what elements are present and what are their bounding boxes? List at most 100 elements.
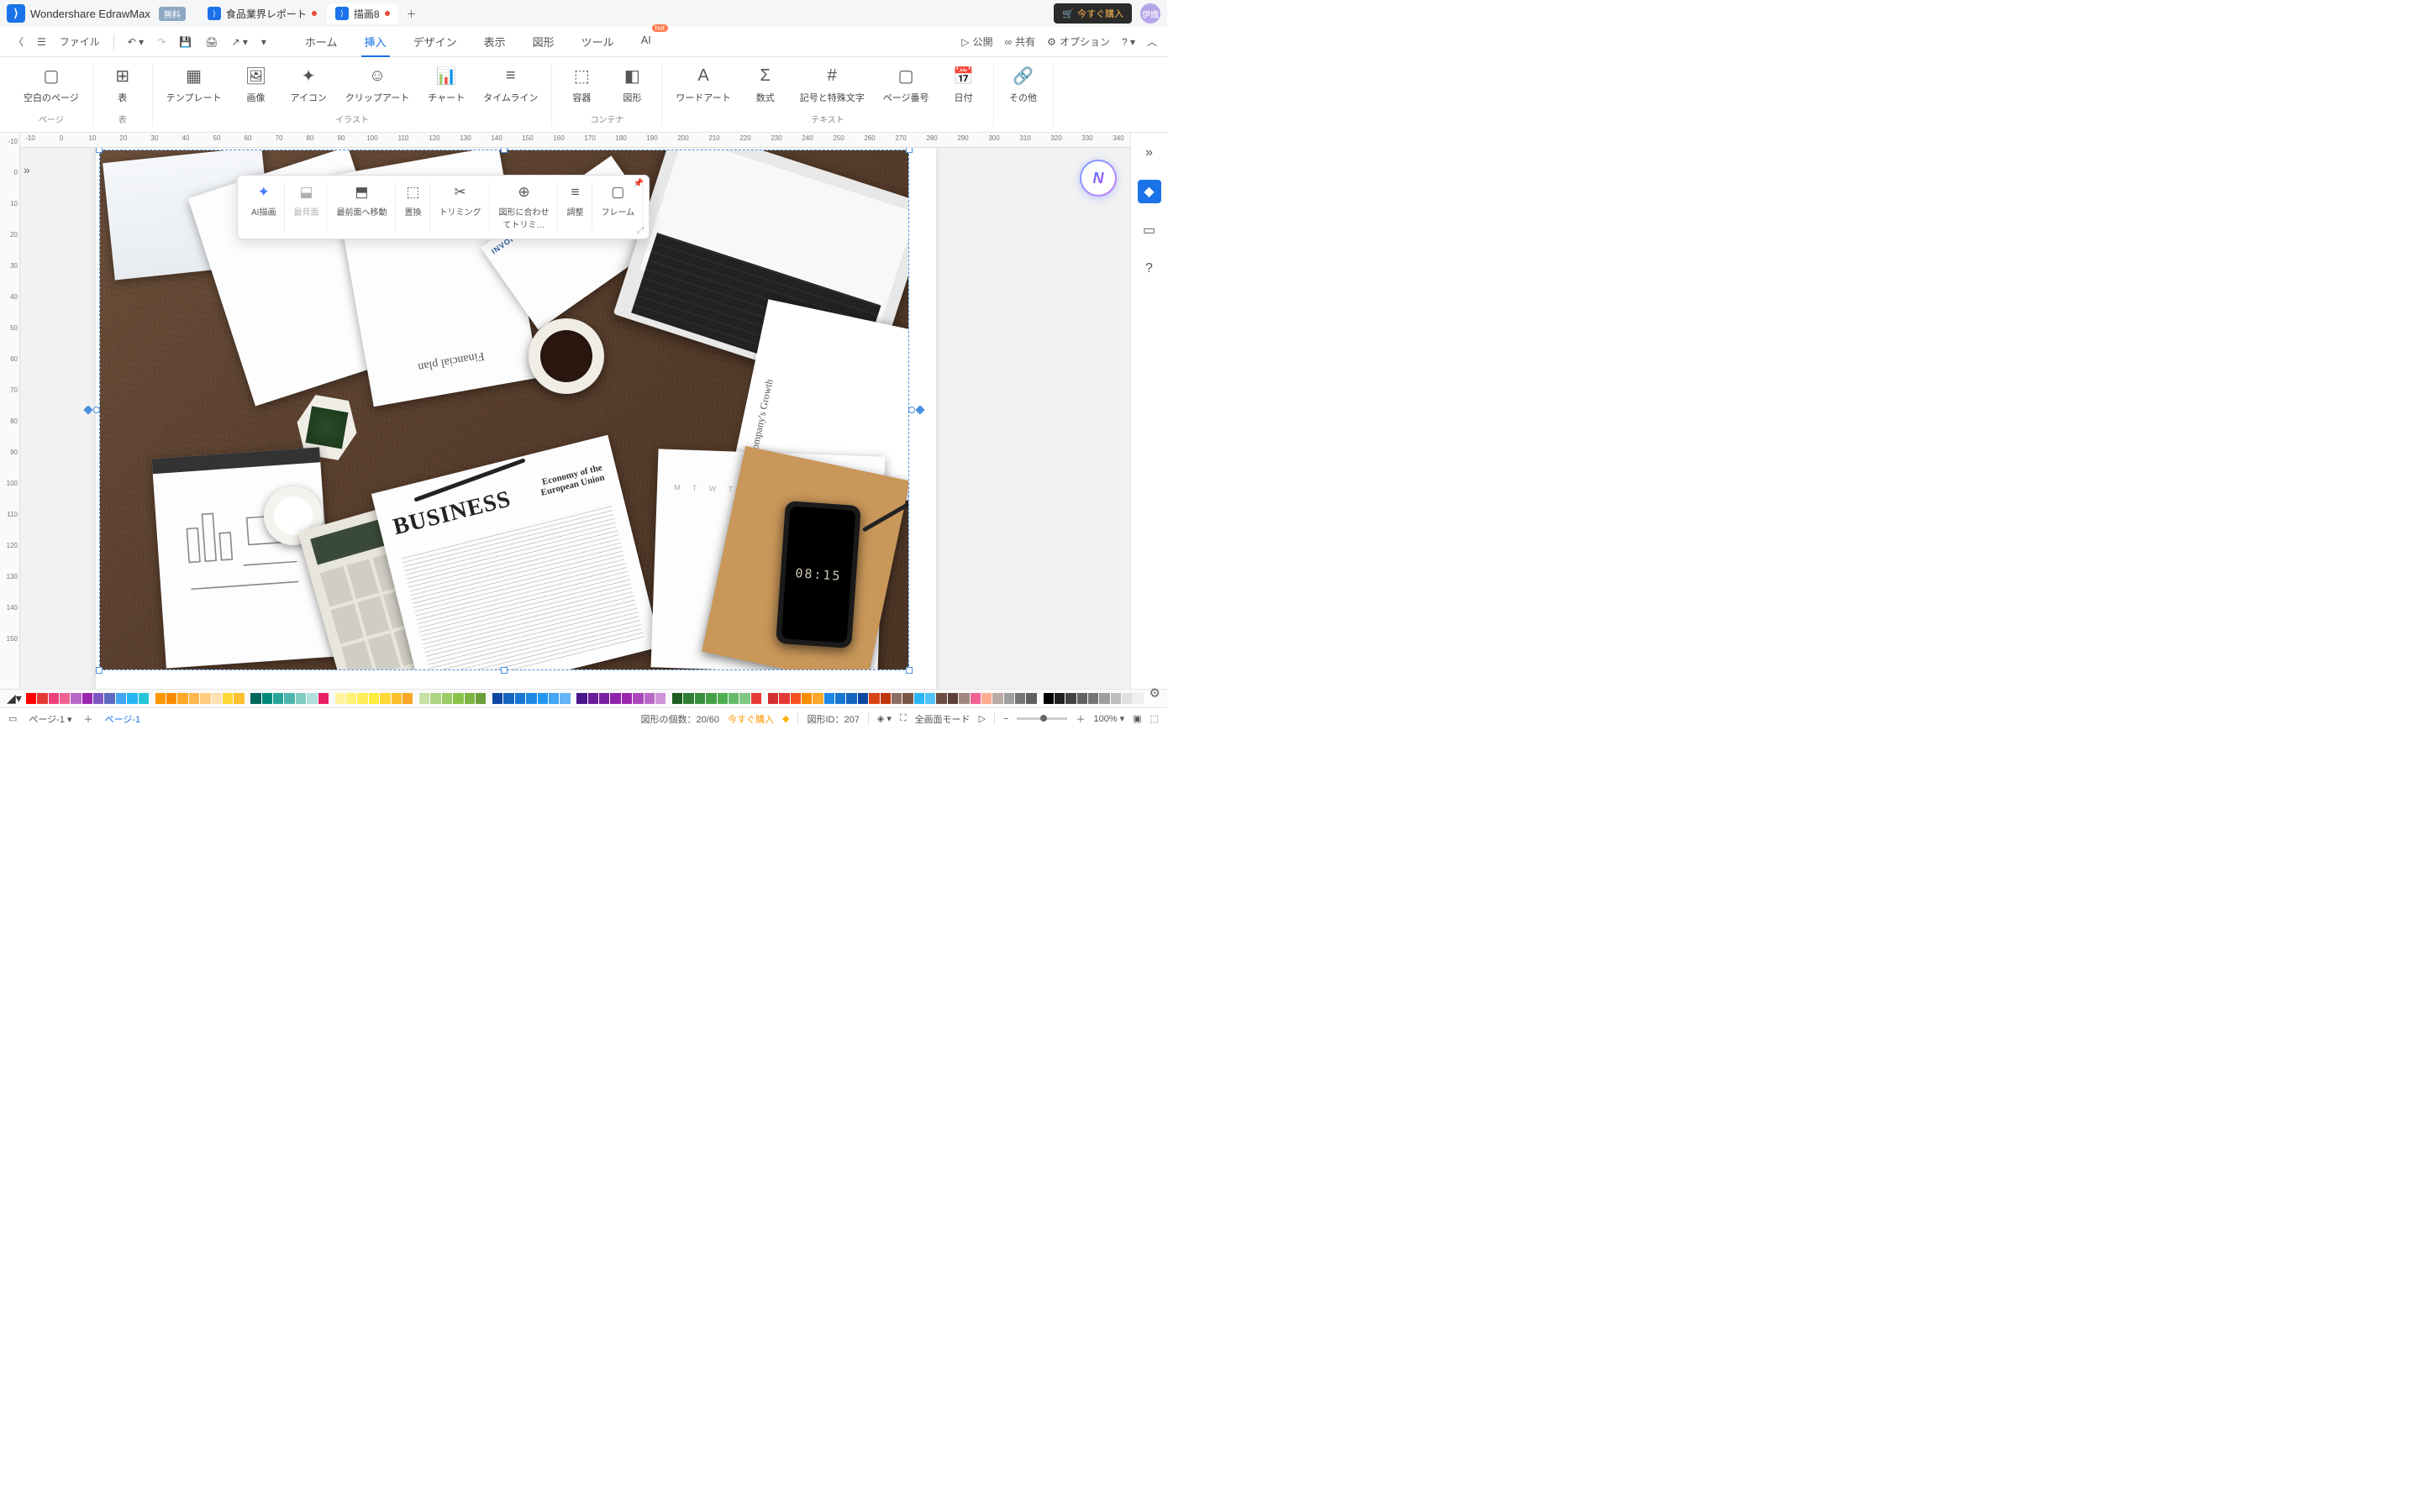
color-swatch[interactable] [599, 693, 609, 704]
color-swatch[interactable] [49, 693, 59, 704]
color-swatch[interactable] [869, 693, 879, 704]
ribbon-数式[interactable]: Σ数式 [750, 66, 781, 104]
document-tab-1[interactable]: ⟩ 描画8 [327, 3, 398, 24]
color-swatch[interactable] [442, 693, 452, 704]
color-swatch[interactable] [695, 693, 705, 704]
crop-button[interactable]: ✂トリミング [430, 182, 490, 232]
color-swatch[interactable] [1111, 693, 1121, 704]
color-swatch[interactable] [751, 693, 761, 704]
color-swatch[interactable] [538, 693, 548, 704]
replace-button[interactable]: ⬚置換 [396, 182, 430, 232]
color-swatch[interactable] [718, 693, 728, 704]
color-swatch[interactable] [1122, 693, 1132, 704]
fit-width-icon[interactable]: ⬚ [1150, 713, 1159, 724]
share-button[interactable]: ∞共有 [1005, 34, 1036, 49]
color-swatch[interactable] [835, 693, 845, 704]
buy-now-button[interactable]: 🛒 今すぐ購入 [1054, 3, 1132, 24]
color-swatch[interactable] [948, 693, 958, 704]
color-swatch[interactable] [453, 693, 463, 704]
new-tab-button[interactable]: ＋ [400, 3, 424, 24]
page-select[interactable]: ページ-1 ▾ [29, 712, 71, 726]
fit-page-icon[interactable]: ▣ [1133, 713, 1141, 724]
save-button[interactable]: 💾 [176, 33, 195, 51]
color-swatch[interactable] [200, 693, 210, 704]
color-swatch[interactable] [981, 693, 992, 704]
ribbon-日付[interactable]: 📅日付 [948, 66, 980, 104]
options-button[interactable]: ⚙オプション [1047, 34, 1110, 49]
color-swatch[interactable] [959, 693, 969, 704]
publish-button[interactable]: ▷公開 [961, 34, 992, 49]
frame-button[interactable]: ▢フレーム [592, 182, 644, 232]
color-swatch[interactable] [902, 693, 913, 704]
ribbon-クリップアート[interactable]: ☺クリップアート [345, 66, 409, 104]
color-swatch[interactable] [644, 693, 655, 704]
ribbon-ワードアート[interactable]: Aワードアート [676, 66, 730, 104]
color-swatch[interactable] [166, 693, 176, 704]
color-swatch[interactable] [672, 693, 682, 704]
color-swatch[interactable] [824, 693, 834, 704]
color-swatch[interactable] [273, 693, 283, 704]
color-swatch[interactable] [402, 693, 413, 704]
fill-panel-button[interactable]: ◆ [1138, 180, 1161, 203]
color-swatch[interactable] [560, 693, 570, 704]
ai-draw-button[interactable]: ✦AI描画 [243, 182, 285, 232]
menu-tab-ai[interactable]: AI hot [638, 27, 655, 56]
color-swatch[interactable] [846, 693, 856, 704]
adjust-button[interactable]: ≡調整 [558, 182, 592, 232]
color-swatch[interactable] [706, 693, 716, 704]
expand-panel-button[interactable]: » [24, 163, 30, 176]
page-view-icon[interactable]: ▭ [8, 713, 17, 724]
color-swatch[interactable] [881, 693, 891, 704]
color-swatch[interactable] [1004, 693, 1014, 704]
help-button[interactable]: ? ▾ [1122, 36, 1135, 48]
color-swatch[interactable] [936, 693, 946, 704]
color-swatch[interactable] [155, 693, 166, 704]
color-swatch[interactable] [655, 693, 666, 704]
add-page-button[interactable]: ＋ [84, 712, 93, 726]
color-swatch[interactable] [419, 693, 429, 704]
color-swatch[interactable] [476, 693, 486, 704]
color-swatch[interactable] [914, 693, 924, 704]
expand-icon[interactable]: ⤢ [637, 226, 644, 235]
color-swatch[interactable] [296, 693, 306, 704]
color-swatch[interactable] [1077, 693, 1087, 704]
color-swatch[interactable] [26, 693, 36, 704]
buy-now-link[interactable]: 今すぐ購入 [728, 712, 774, 726]
color-swatch[interactable] [71, 693, 81, 704]
color-swatch[interactable] [588, 693, 598, 704]
collapse-ribbon-button[interactable]: ︿ [1147, 34, 1157, 49]
ribbon-画像[interactable]: 🖼画像 [239, 66, 271, 104]
more-button[interactable]: ▾ [258, 33, 270, 51]
color-swatch[interactable] [380, 693, 390, 704]
fit-crop-button[interactable]: ⊕図形に合わせてトリミ… [490, 182, 558, 232]
color-swatch[interactable] [802, 693, 812, 704]
color-swatch[interactable] [503, 693, 513, 704]
ribbon-その他[interactable]: 🔗その他 [1007, 66, 1039, 104]
back-button[interactable]: 〈 [10, 31, 27, 52]
zoom-slider[interactable] [1017, 717, 1067, 720]
user-avatar[interactable]: 伊織 [1140, 3, 1160, 24]
color-swatch[interactable] [791, 693, 801, 704]
color-swatch[interactable] [1044, 693, 1054, 704]
redo-button[interactable]: ↷ [154, 33, 169, 51]
menu-tab-tools[interactable]: ツール [578, 27, 618, 56]
color-swatch[interactable] [515, 693, 525, 704]
color-swatch[interactable] [971, 693, 981, 704]
ai-assistant-button[interactable]: N [1080, 160, 1117, 197]
color-swatch[interactable] [369, 693, 379, 704]
color-swatch[interactable] [335, 693, 345, 704]
color-swatch[interactable] [526, 693, 536, 704]
ribbon-タイムライン[interactable]: ≡タイムライン [483, 66, 538, 104]
document-tab-0[interactable]: ⟩ 食品業界レポート [199, 3, 325, 24]
color-swatch[interactable] [223, 693, 233, 704]
color-swatch[interactable] [318, 693, 329, 704]
color-swatch[interactable] [1088, 693, 1098, 704]
color-swatch[interactable] [116, 693, 126, 704]
color-swatch[interactable] [60, 693, 70, 704]
ribbon-表[interactable]: ⊞表 [107, 66, 139, 104]
color-swatch[interactable] [346, 693, 356, 704]
zoom-level[interactable]: 100% ▾ [1093, 713, 1124, 724]
fill-tool-icon[interactable]: ◢▾ [7, 691, 22, 706]
color-swatch[interactable] [37, 693, 47, 704]
menu-tab-design[interactable]: デザイン [410, 27, 460, 56]
